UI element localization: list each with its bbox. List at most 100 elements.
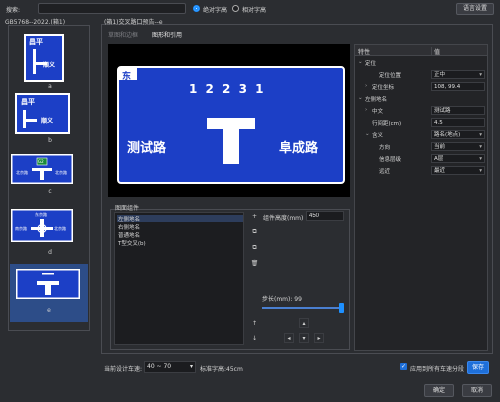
property-key: 信息层级: [379, 157, 402, 163]
duplicate-icon[interactable]: ⧉: [250, 243, 259, 252]
property-header: 特性 值: [355, 45, 487, 56]
property-select[interactable]: 最近: [431, 166, 485, 175]
property-row[interactable]: 行间距(cm) 4.5: [355, 118, 487, 128]
nudge-up-button[interactable]: ▴: [299, 318, 309, 328]
chevron-down-icon[interactable]: ⌄: [358, 95, 363, 101]
property-row[interactable]: 方向 当前: [355, 142, 487, 152]
component-group-title: 图面组件: [115, 205, 140, 212]
sign-left-road: 测试路: [127, 141, 167, 156]
step-label: 步长(mm): 99: [262, 296, 302, 303]
property-select[interactable]: 路名(地点): [431, 130, 485, 139]
property-select[interactable]: A层: [431, 154, 485, 163]
sign-number: 1 2 2 3 1: [189, 82, 266, 96]
tab-sketch-border[interactable]: 草图和边框: [108, 30, 138, 39]
component-item-common-name[interactable]: 普通地名: [117, 231, 243, 239]
chevron-right-icon[interactable]: ›: [365, 83, 367, 89]
sign-a-top-text: 昌平: [29, 38, 43, 46]
property-value-input[interactable]: 108, 99.4: [431, 82, 485, 91]
property-value-input[interactable]: 4.5: [431, 118, 485, 127]
sign-c-route: G2: [38, 159, 44, 164]
radio-relative-height-label: 相对字高: [242, 7, 267, 14]
radio-absolute-height-label: 绝对字高: [203, 7, 228, 14]
template-label-e: e: [47, 307, 51, 314]
component-item-right-name[interactable]: 右侧地名: [117, 223, 243, 231]
property-row[interactable]: ⌄ 左侧地名: [355, 94, 487, 104]
property-key: 左侧地名: [365, 97, 388, 103]
sign-c-left-text: 北京路: [16, 170, 28, 175]
template-label-a: a: [48, 83, 52, 90]
property-select[interactable]: 当前: [431, 142, 485, 151]
delete-icon[interactable]: 🗑: [250, 259, 259, 268]
step-slider-thumb[interactable]: [339, 303, 344, 313]
copy-icon[interactable]: ⧉: [250, 227, 259, 236]
property-select[interactable]: 正中: [431, 70, 485, 79]
standard-height-label: 标准字高:45cm: [200, 366, 243, 373]
search-label: 搜索:: [6, 7, 21, 14]
radio-absolute-height[interactable]: [193, 5, 200, 12]
main-group-title: (箱1)交叉路口预告--e: [104, 19, 163, 26]
speed-select[interactable]: 40 ~ 70 ▾: [144, 361, 196, 373]
property-key: 定位坐标: [372, 85, 395, 91]
template-label-b: b: [48, 137, 52, 144]
template-thumb-d[interactable]: 东京路 南京路 北京路: [11, 209, 73, 242]
template-label-c: c: [48, 188, 52, 195]
template-thumb-b[interactable]: 昌平 顺义: [15, 93, 70, 134]
property-value-input[interactable]: 测试路: [431, 106, 485, 115]
property-row[interactable]: 定位位置 正中: [355, 70, 487, 80]
t-junction-stem: [223, 118, 239, 164]
move-up-icon[interactable]: ↑: [250, 319, 259, 328]
move-down-icon[interactable]: ↓: [250, 334, 259, 343]
property-key: 远近: [379, 169, 391, 175]
sign-e-thumbnail: [16, 269, 80, 299]
sign-b-top-text: 昌平: [21, 98, 35, 106]
property-key: 行间距(cm): [372, 121, 402, 127]
speed-label: 当前设计车速:: [104, 366, 143, 373]
add-icon[interactable]: +: [250, 212, 259, 221]
nudge-down-button[interactable]: ▾: [299, 333, 309, 343]
chevron-right-icon[interactable]: ›: [365, 107, 367, 113]
sign-d-right-text: 北京路: [54, 226, 66, 231]
property-row[interactable]: 信息层级 A层: [355, 154, 487, 164]
cancel-button[interactable]: 取消: [462, 384, 492, 397]
template-label-d: d: [48, 249, 52, 256]
property-row[interactable]: › 中文 测试路: [355, 106, 487, 116]
chevron-down-icon[interactable]: ⌄: [365, 131, 370, 137]
property-header-key: 特性: [358, 49, 371, 56]
property-key: 定位: [365, 61, 377, 67]
sign-d-top-text: 东京路: [35, 212, 47, 217]
component-list[interactable]: 左侧地名 右侧地名 普通地名 T型交叉(b): [114, 212, 244, 345]
sign-c-right-text: 北京路: [55, 170, 67, 175]
property-row[interactable]: 远近 最近: [355, 166, 487, 176]
save-button[interactable]: 保存: [467, 361, 489, 374]
property-row[interactable]: ⌄ 定位: [355, 58, 487, 68]
sign-d-left-text: 南京路: [15, 226, 27, 231]
template-thumb-a[interactable]: 昌平 顺义: [24, 34, 64, 82]
property-row[interactable]: ⌄ 含义 路名(地点): [355, 130, 487, 140]
component-height-input[interactable]: [306, 211, 344, 221]
ok-button[interactable]: 确定: [424, 384, 454, 397]
template-thumb-c[interactable]: G2 北京路 北京路: [11, 154, 73, 184]
language-settings-button[interactable]: 语言设置: [456, 3, 494, 15]
sign-corner-text: 东: [122, 72, 132, 82]
apply-all-checkbox[interactable]: ✓: [400, 363, 407, 370]
tab-graphics-reference[interactable]: 图形和引用: [152, 30, 182, 39]
property-key: 定位位置: [379, 73, 402, 79]
apply-all-label: 应用到所有车速分段: [410, 366, 465, 373]
component-height-label: 组件高度(mm): [263, 215, 304, 222]
sign-b-right-text: 顺义: [41, 118, 54, 125]
sign-preview[interactable]: 东 1 2 2 3 1 测试路 阜成路: [117, 66, 345, 184]
nudge-right-button[interactable]: ▸: [314, 333, 324, 343]
template-list: 昌平 顺义 a 昌平 顺义 b G2 北京路 北京路 c 东京路 南京路 北京路…: [8, 25, 90, 331]
search-input[interactable]: [38, 3, 186, 14]
nudge-left-button[interactable]: ◂: [284, 333, 294, 343]
property-row[interactable]: › 定位坐标 108, 99.4: [355, 82, 487, 92]
template-thumb-e-selected[interactable]: e: [10, 264, 88, 322]
speed-select-value: 40 ~ 70: [147, 363, 172, 370]
property-key: 含义: [372, 133, 384, 139]
component-item-t-junction[interactable]: T型交叉(b): [117, 239, 243, 247]
component-item-left-name[interactable]: 左侧地名: [117, 215, 243, 223]
radio-relative-height[interactable]: [232, 5, 239, 12]
chevron-down-icon: ▾: [189, 363, 193, 370]
chevron-down-icon[interactable]: ⌄: [358, 59, 363, 65]
step-slider-track[interactable]: [262, 307, 344, 309]
